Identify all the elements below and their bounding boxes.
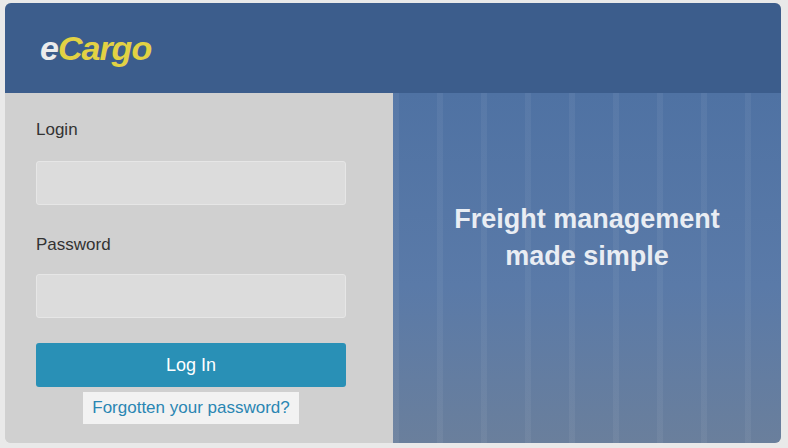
login-card: eCargo Login Password Log In Forgotten your …	[5, 3, 781, 443]
field-label: Password	[36, 235, 346, 255]
forgot-password-link[interactable]: Forgotten your password?	[83, 392, 299, 424]
password-input[interactable]	[36, 274, 346, 318]
login-button[interactable]: Log In	[36, 343, 346, 387]
login-form: Login Password Log In Forgotten your passwo…	[5, 93, 393, 443]
header: eCargo	[5, 3, 781, 93]
banner-photo: Freight managementmade simple	[393, 93, 781, 443]
login-page: eCargo Login Password Log In Forgotten your …	[0, 0, 788, 448]
content: Login Password Log In Forgotten your passwo…	[5, 93, 781, 443]
tagline: Freight managementmade simple	[454, 201, 720, 275]
text-input[interactable]	[36, 161, 346, 205]
logo: eCargo	[36, 28, 155, 69]
field-label: Login	[36, 120, 346, 140]
